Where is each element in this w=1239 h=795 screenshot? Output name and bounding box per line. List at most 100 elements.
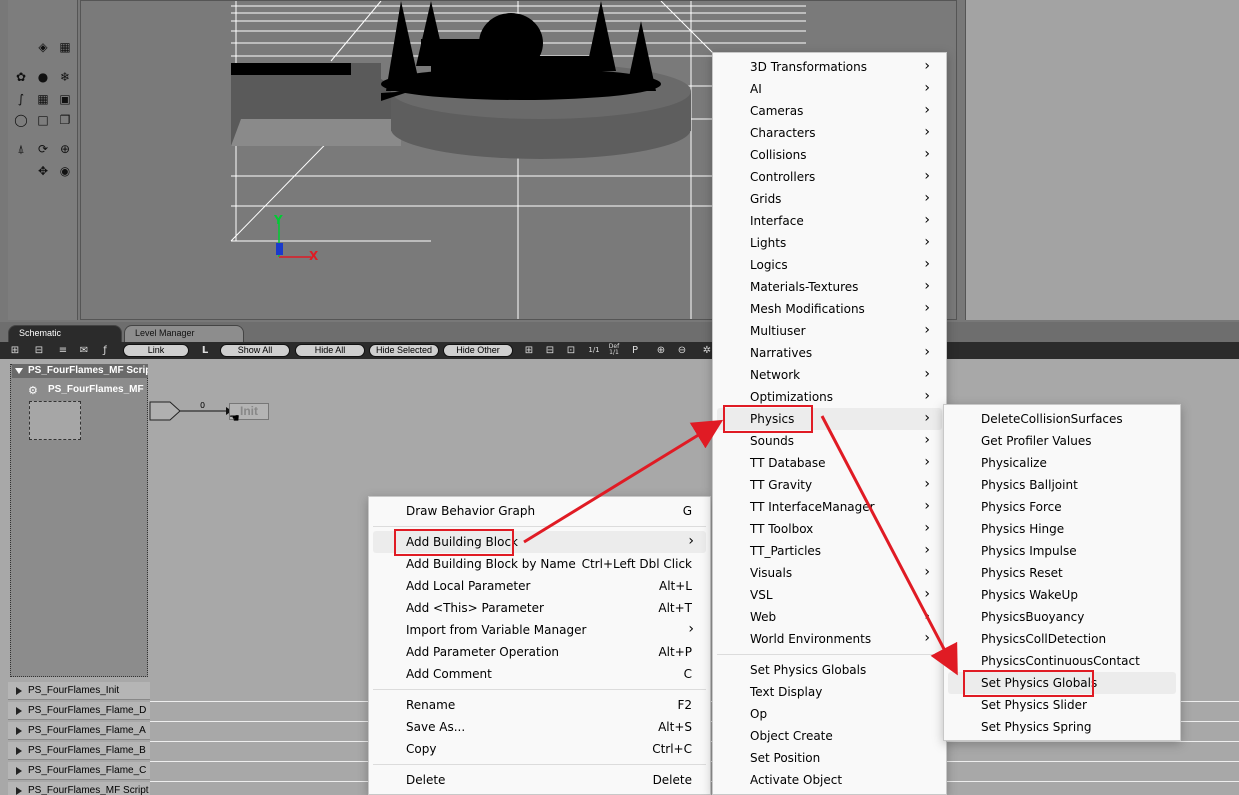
recent-item-set-position[interactable]: Set Position [717, 747, 942, 769]
rotate-icon[interactable]: ⟳ [36, 142, 50, 156]
category-item-tt-particles[interactable]: TT_Particles › [717, 540, 942, 562]
physics-item-set-physics-slider[interactable]: Set Physics Slider [948, 694, 1176, 716]
menu-item-rename[interactable]: Rename F2 [373, 694, 706, 716]
category-item-narratives[interactable]: Narratives › [717, 342, 942, 364]
script-header[interactable]: PS_FourFlames_MF Script [12, 364, 148, 378]
light-create-icon[interactable]: ● [36, 70, 50, 84]
hide-selected-button[interactable]: Hide Selected [369, 344, 439, 357]
curve-icon[interactable]: ∫ [14, 92, 28, 106]
portal-icon[interactable]: ▣ [58, 92, 72, 106]
script-row-init[interactable]: PS_FourFlames_Init [8, 682, 150, 700]
snap-icon[interactable]: ⊡ [564, 344, 578, 357]
formula-icon[interactable]: ƒ [98, 344, 112, 357]
category-item-collisions[interactable]: Collisions › [717, 144, 942, 166]
physics-item-physicalize[interactable]: Physicalize [948, 452, 1176, 474]
hide-all-button[interactable]: Hide All [295, 344, 365, 357]
recent-item-set-physics-globals[interactable]: Set Physics Globals [717, 659, 942, 681]
script-row-flame-a[interactable]: PS_FourFlames_Flame_A [8, 722, 150, 740]
menu-item-add-building-block-by-name[interactable]: Add Building Block by Name Ctrl+Left Dbl … [373, 553, 706, 575]
collapse-arrow-icon[interactable] [15, 368, 23, 374]
category-item-interface[interactable]: Interface › [717, 210, 942, 232]
menu-item-copy[interactable]: Copy Ctrl+C [373, 738, 706, 760]
layers-icon[interactable]: ❐ [58, 113, 72, 127]
category-item-ai[interactable]: AI › [717, 78, 942, 100]
align-icon[interactable]: ⊞ [522, 344, 536, 357]
category-item-tt-database[interactable]: TT Database › [717, 452, 942, 474]
physics-item-physicscontinuouscontact[interactable]: PhysicsContinuousContact [948, 650, 1176, 672]
category-item-tt-toolbox[interactable]: TT Toolbox › [717, 518, 942, 540]
physics-item-physics-hinge[interactable]: Physics Hinge [948, 518, 1176, 540]
physics-item-physicscolldetection[interactable]: PhysicsCollDetection [948, 628, 1176, 650]
zoom-icon[interactable]: ⊕ [58, 142, 72, 156]
script-row-flame-c[interactable]: PS_FourFlames_Flame_C [8, 762, 150, 780]
category-item-lights[interactable]: Lights › [717, 232, 942, 254]
recent-item-activate-object[interactable]: Activate Object [717, 769, 942, 791]
eye-icon[interactable]: ◉ [58, 164, 72, 178]
physics-item-deletecollisionsurfaces[interactable]: DeleteCollisionSurfaces [948, 408, 1176, 430]
ratio-label[interactable]: 1/1 [585, 344, 603, 357]
physics-item-set-physics-spring[interactable]: Set Physics Spring [948, 716, 1176, 738]
physics-item-physics-impulse[interactable]: Physics Impulse [948, 540, 1176, 562]
menu-item-draw-behavior-graph[interactable]: Draw Behavior Graph G [373, 500, 706, 522]
physics-item-get-profiler-values[interactable]: Get Profiler Values [948, 430, 1176, 452]
category-item-grids[interactable]: Grids › [717, 188, 942, 210]
camera-create-icon[interactable]: ✿ [14, 70, 28, 84]
category-item-web[interactable]: Web › [717, 606, 942, 628]
move-icon[interactable]: ⍋ [14, 142, 28, 156]
grid-create-icon[interactable]: ▦ [36, 92, 50, 106]
recent-item-object-create[interactable]: Object Create [717, 725, 942, 747]
category-item-characters[interactable]: Characters › [717, 122, 942, 144]
category-item-logics[interactable]: Logics › [717, 254, 942, 276]
physics-item-physics-wakeup[interactable]: Physics WakeUp [948, 584, 1176, 606]
physics-item-physics-reset[interactable]: Physics Reset [948, 562, 1176, 584]
frame-icon[interactable]: □ [36, 113, 50, 127]
physics-item-physics-force[interactable]: Physics Force [948, 496, 1176, 518]
category-item-materials-textures[interactable]: Materials-Textures › [717, 276, 942, 298]
expand-all-icon[interactable]: ⊞ [8, 344, 22, 357]
category-item-vsl[interactable]: VSL › [717, 584, 942, 606]
category-item-3d-transformations[interactable]: 3D Transformations › [717, 56, 942, 78]
def-ratio-label[interactable]: Def 1/1 [606, 344, 622, 357]
grid-plane-icon[interactable]: ◈ [36, 40, 50, 54]
category-item-controllers[interactable]: Controllers › [717, 166, 942, 188]
category-item-tt-gravity[interactable]: TT Gravity › [717, 474, 942, 496]
recent-item-op[interactable]: Op [717, 703, 942, 725]
start-placeholder[interactable] [29, 401, 81, 440]
category-item-tt-interfacemanager[interactable]: TT InterfaceManager › [717, 496, 942, 518]
physics-item-physics-balljoint[interactable]: Physics Balljoint [948, 474, 1176, 496]
hide-other-button[interactable]: Hide Other [443, 344, 513, 357]
pan-icon[interactable]: ✥ [36, 164, 50, 178]
comment-icon[interactable]: ✉ [77, 344, 91, 357]
category-item-world-environments[interactable]: World Environments › [717, 628, 942, 650]
category-item-multiuser[interactable]: Multiuser › [717, 320, 942, 342]
link-mode-icon[interactable]: L [198, 344, 212, 357]
menu-item-add-this-parameter[interactable]: Add <This> Parameter Alt+T [373, 597, 706, 619]
category-item-network[interactable]: Network › [717, 364, 942, 386]
menu-item-add-parameter-operation[interactable]: Add Parameter Operation Alt+P [373, 641, 706, 663]
zoom-in-icon[interactable]: ⊕ [654, 344, 668, 357]
tab-schematic[interactable]: Schematic [8, 325, 122, 342]
menu-item-save-as[interactable]: Save As... Alt+S [373, 716, 706, 738]
menu-item-add-local-parameter[interactable]: Add Local Parameter Alt+L [373, 575, 706, 597]
category-item-mesh-modifications[interactable]: Mesh Modifications › [717, 298, 942, 320]
grid-icon[interactable]: ▦ [58, 40, 72, 54]
collapse-all-icon[interactable]: ⊟ [32, 344, 46, 357]
menu-item-add-comment[interactable]: Add Comment C [373, 663, 706, 685]
sphere-icon[interactable]: ◯ [14, 113, 28, 127]
list-icon[interactable]: ≡ [56, 344, 70, 357]
category-item-sounds[interactable]: Sounds › [717, 430, 942, 452]
menu-item-delete[interactable]: Delete Delete [373, 769, 706, 791]
tab-level-manager[interactable]: Level Manager [124, 325, 244, 342]
pp-icon[interactable]: P [628, 344, 642, 357]
script-row-mf-script[interactable]: PS_FourFlames_MF Script [8, 782, 150, 795]
show-all-button[interactable]: Show All [220, 344, 290, 357]
link-button[interactable]: Link [123, 344, 189, 357]
menu-item-import-from-variable-manager[interactable]: Import from Variable Manager › [373, 619, 706, 641]
script-row-flame-b[interactable]: PS_FourFlames_Flame_B [8, 742, 150, 760]
recent-item-text-display[interactable]: Text Display [717, 681, 942, 703]
physics-item-physicsbuoyancy[interactable]: PhysicsBuoyancy [948, 606, 1176, 628]
particle-icon[interactable]: ❄ [58, 70, 72, 84]
distribute-icon[interactable]: ⊟ [543, 344, 557, 357]
script-row-flame-d[interactable]: PS_FourFlames_Flame_D [8, 702, 150, 720]
zoom-out-icon[interactable]: ⊖ [675, 344, 689, 357]
